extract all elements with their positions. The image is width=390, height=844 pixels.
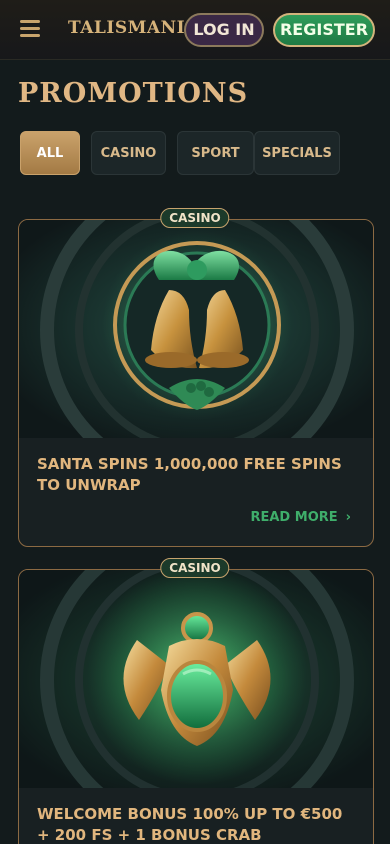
golden-bells-icon xyxy=(19,220,373,438)
filter-tab-all[interactable]: ALL xyxy=(20,131,80,175)
promotion-card[interactable]: SANTA SPINS 1,000,000 FREE SPINS TO UNWR… xyxy=(18,219,374,547)
filter-tab-sport[interactable]: SPORT xyxy=(177,131,254,175)
filter-tab-specials[interactable]: SPECIALS xyxy=(254,131,340,175)
promotion-image[interactable] xyxy=(19,220,373,438)
filter-tab-casino[interactable]: CASINO xyxy=(91,131,166,175)
read-more-link[interactable]: READ MORE › xyxy=(250,510,351,525)
read-more-label: READ MORE xyxy=(250,510,338,525)
login-button[interactable]: LOG IN xyxy=(184,13,264,47)
promotion-card[interactable]: WELCOME BONUS 100% UP TO €500 + 200 FS +… xyxy=(18,569,374,844)
scarab-amulet-icon xyxy=(19,570,373,788)
top-header: TALISMANIA LOG IN REGISTER xyxy=(0,0,390,60)
category-badge: CASINO xyxy=(160,558,230,578)
hamburger-menu-icon[interactable] xyxy=(20,20,40,38)
page-title: PROMOTIONS xyxy=(18,78,249,109)
category-badge: CASINO xyxy=(160,208,230,228)
promotion-image[interactable] xyxy=(19,570,373,788)
site-logo[interactable]: TALISMANIA xyxy=(68,18,199,38)
promotion-title: WELCOME BONUS 100% UP TO €500 + 200 FS +… xyxy=(37,805,343,844)
promotion-title: SANTA SPINS 1,000,000 FREE SPINS TO UNWR… xyxy=(37,455,342,494)
chevron-right-icon: › xyxy=(345,510,351,525)
register-button[interactable]: REGISTER xyxy=(273,13,375,47)
